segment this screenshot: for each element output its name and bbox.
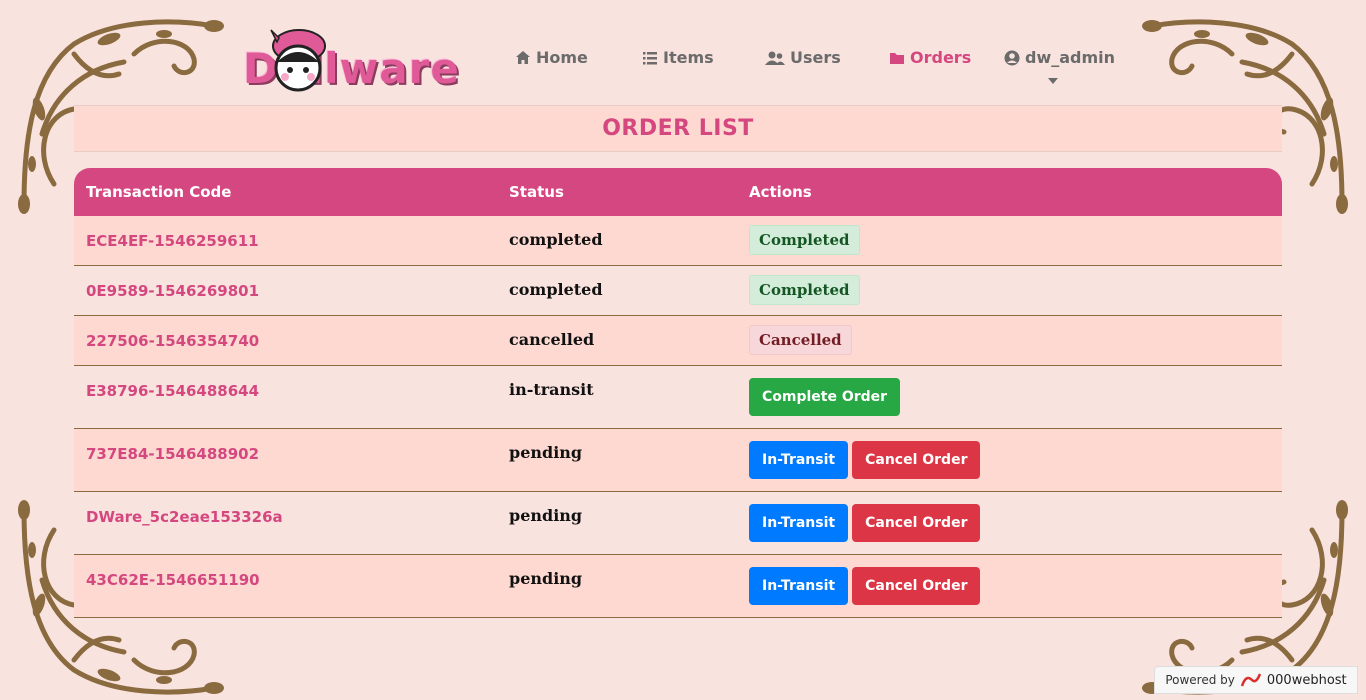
table-row: ECE4EF-1546259611 completed Completed [74,216,1282,266]
powered-by-label: Powered by [1165,673,1235,687]
in-transit-button[interactable]: In-Transit [749,504,849,542]
table-row: DWare_5c2eae153326a pending In-Transit C… [74,492,1282,555]
folder-icon [890,52,904,64]
row-actions: Completed [749,225,860,255]
row-actions: In-Transit Cancel Order [749,504,981,542]
row-actions: Cancelled [749,325,852,355]
column-header-actions: Actions [749,183,812,201]
user-circle-icon [1004,50,1020,65]
order-status: completed [509,280,603,299]
main-nav: Home Items Users Orders dw_admin [0,48,1366,72]
webhost-logo-icon [1240,673,1262,687]
orders-table: Transaction Code Status Actions ECE4EF-1… [74,168,1282,618]
table-row: 227506-1546354740 cancelled Cancelled [74,316,1282,366]
powered-by-badge[interactable]: Powered by 000webhost [1154,666,1358,694]
order-status: pending [509,506,583,525]
status-badge: Completed [749,275,860,305]
order-status: in-transit [509,380,594,399]
table-header: Transaction Code Status Actions [74,168,1282,216]
table-row: 737E84-1546488902 pending In-Transit Can… [74,429,1282,492]
nav-orders[interactable]: Orders [889,48,971,67]
page-header: ORDER LIST [74,105,1282,152]
nav-users[interactable]: Users [765,48,841,67]
in-transit-button[interactable]: In-Transit [749,567,849,605]
page-title: ORDER LIST [602,116,754,141]
chevron-down-icon[interactable] [1048,78,1058,84]
row-actions: In-Transit Cancel Order [749,441,981,479]
transaction-code: E38796-1546488644 [86,382,260,400]
table-row: 43C62E-1546651190 pending In-Transit Can… [74,555,1282,618]
order-status: cancelled [509,330,595,349]
cancel-order-button[interactable]: Cancel Order [852,567,981,605]
transaction-code: 0E9589-1546269801 [86,282,260,300]
order-status: pending [509,569,583,588]
row-actions: Complete Order [749,378,901,416]
transaction-code: 737E84-1546488902 [86,445,260,463]
nav-orders-label: Orders [910,48,972,67]
transaction-code: 43C62E-1546651190 [86,571,260,589]
nav-user-menu[interactable]: dw_admin [1004,48,1115,67]
nav-items-label: Items [663,48,714,67]
cancel-order-button[interactable]: Cancel Order [852,504,981,542]
order-status: completed [509,230,603,249]
transaction-code: ECE4EF-1546259611 [86,232,259,250]
nav-user-label: dw_admin [1025,48,1116,67]
status-badge: Completed [749,225,860,255]
order-status: pending [509,443,583,462]
transaction-code: 227506-1546354740 [86,332,260,350]
nav-users-label: Users [790,48,841,67]
home-icon [516,50,530,64]
table-row: 0E9589-1546269801 completed Completed [74,266,1282,316]
row-actions: Completed [749,275,860,305]
cancel-order-button[interactable]: Cancel Order [852,441,981,479]
column-header-status: Status [509,183,564,201]
nav-home-label: Home [536,48,588,67]
table-row: E38796-1546488644 in-transit Complete Or… [74,366,1282,429]
complete-order-button[interactable]: Complete Order [749,378,901,416]
in-transit-button[interactable]: In-Transit [749,441,849,479]
nav-items[interactable]: Items [642,48,714,67]
list-icon [643,51,657,64]
column-header-transaction-code: Transaction Code [86,183,232,201]
host-name: 000webhost [1266,672,1347,688]
users-icon [765,51,785,65]
transaction-code: DWare_5c2eae153326a [86,508,283,526]
status-badge: Cancelled [749,325,852,355]
nav-home[interactable]: Home [515,48,588,67]
row-actions: In-Transit Cancel Order [749,567,981,605]
